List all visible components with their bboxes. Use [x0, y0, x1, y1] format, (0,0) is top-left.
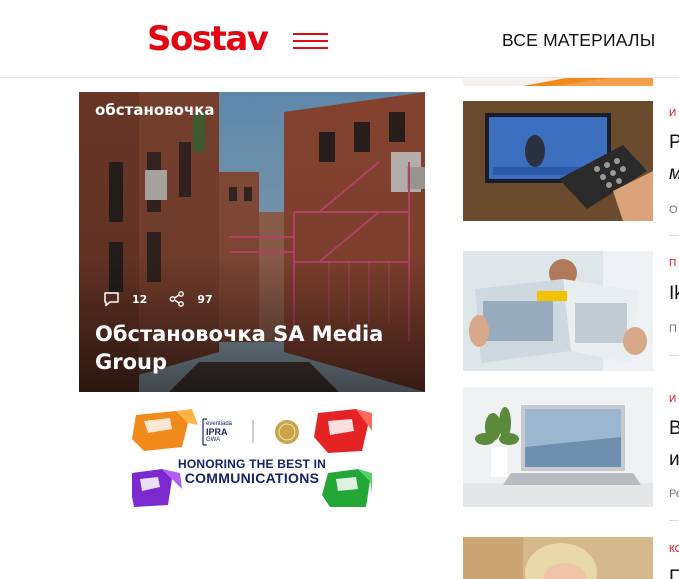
news-subtitle: м [669, 163, 679, 185]
share-icon [169, 291, 185, 307]
comment-icon [104, 291, 119, 306]
news-title[interactable]: Г [669, 567, 679, 579]
ipra-logo: eventiada IPRA GWA [206, 421, 232, 444]
news-thumb [463, 101, 653, 221]
tv-remote-image [463, 101, 653, 221]
news-item[interactable]: ко Г [463, 537, 679, 579]
all-materials-link[interactable]: ВСЕ МАТЕРИАЛЫ [502, 30, 655, 51]
menu-hamburger-icon[interactable] [293, 32, 328, 50]
news-rubric[interactable]: ко [669, 544, 679, 555]
news-meta: О [669, 204, 678, 216]
news-item[interactable]: и В и Ре [463, 387, 679, 521]
comments-count[interactable]: 12 [103, 291, 148, 307]
featured-article-title[interactable]: Обстановочка SA Media Group [95, 320, 415, 376]
news-title[interactable]: Р [669, 132, 679, 154]
news-thumb [463, 537, 653, 579]
news-rubric[interactable]: и [669, 394, 676, 405]
news-item[interactable]: п Ik П [463, 251, 679, 371]
article-tag[interactable]: обстановочка [95, 101, 215, 119]
news-title[interactable]: Ik [669, 283, 679, 305]
ipra-logo-sub: GWA [206, 437, 221, 443]
ikea-catalog-image [463, 251, 653, 371]
article-stats: 12 97 [103, 289, 235, 309]
news-title[interactable]: В [669, 418, 679, 440]
site-header: Sostav ВСЕ МАТЕРИАЛЫ [0, 0, 679, 78]
news-thumb [463, 387, 653, 507]
woman-portrait-image [463, 537, 653, 579]
banner-headline-line2: COMMUNICATIONS [184, 470, 320, 486]
news-rubric[interactable]: п [669, 258, 676, 269]
laptop-image [463, 387, 653, 507]
news-subtitle: и [669, 449, 679, 470]
divider [669, 235, 679, 236]
site-logo[interactable]: Sostav [147, 17, 269, 61]
ipra-logo-name: IPRA [206, 427, 228, 437]
featured-article-card[interactable]: обстановочка 12 97 Обстановочка SA Media… [79, 92, 425, 392]
news-thumb [463, 251, 653, 371]
news-rubric[interactable]: и [669, 108, 676, 119]
news-meta: П [669, 323, 677, 335]
ipra-banner-ad[interactable]: eventiada IPRA GWA HONORING THE BEST IN … [132, 407, 372, 507]
news-meta: Ре [669, 488, 679, 500]
news-item[interactable]: и Р м О [463, 101, 679, 236]
banner-headline-line1: HONORING THE BEST IN [177, 457, 326, 471]
shares-count-value: 97 [197, 292, 213, 306]
divider [669, 520, 679, 521]
shares-count[interactable]: 97 [169, 291, 213, 307]
divider [669, 355, 679, 356]
comments-count-value: 12 [132, 292, 148, 306]
